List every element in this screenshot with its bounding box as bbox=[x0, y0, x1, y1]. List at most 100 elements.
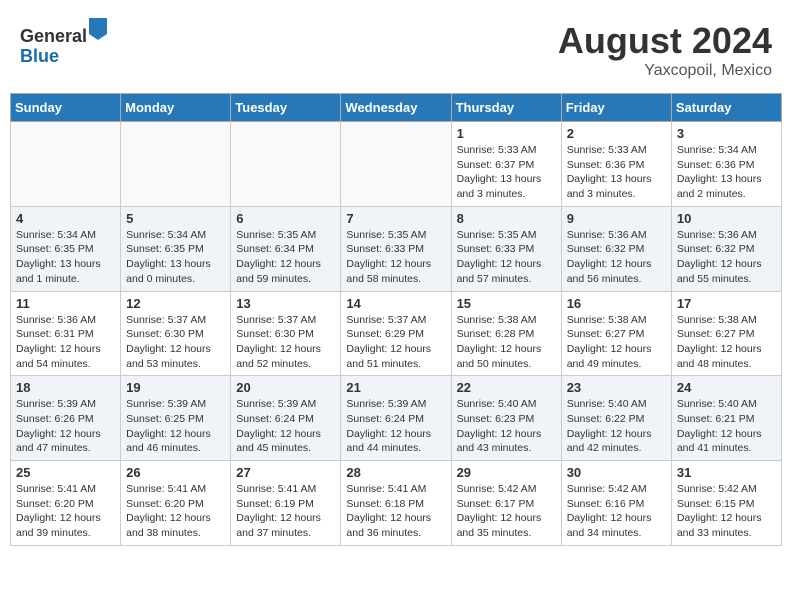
day-info: Sunrise: 5:36 AM Sunset: 6:32 PM Dayligh… bbox=[567, 228, 666, 287]
calendar-cell bbox=[11, 122, 121, 207]
calendar-cell: 18 Sunrise: 5:39 AM Sunset: 6:26 PM Dayli… bbox=[11, 376, 121, 461]
day-number: 7 bbox=[346, 211, 445, 226]
day-number: 26 bbox=[126, 465, 225, 480]
day-number: 1 bbox=[457, 126, 556, 141]
calendar-cell: 8 Sunrise: 5:35 AM Sunset: 6:33 PM Daylig… bbox=[451, 206, 561, 291]
calendar-cell: 16Sunrise: 5:38 AM Sunset: 6:27 PM Dayli… bbox=[561, 291, 671, 376]
day-info: Sunrise: 5:39 AM Sunset: 6:24 PM Dayligh… bbox=[236, 397, 335, 456]
day-info: Sunrise: 5:39 AM Sunset: 6:25 PM Dayligh… bbox=[126, 397, 225, 456]
calendar-header-row: SundayMondayTuesdayWednesdayThursdayFrid… bbox=[11, 94, 782, 122]
page-header: General Blue August 2024 Yaxcopoil, Mexi… bbox=[10, 10, 782, 85]
calendar-cell: 10Sunrise: 5:36 AM Sunset: 6:32 PM Dayli… bbox=[671, 206, 781, 291]
calendar-cell: 24 Sunrise: 5:40 AM Sunset: 6:21 PM Dayli… bbox=[671, 376, 781, 461]
day-number: 3 bbox=[677, 126, 776, 141]
day-info: Sunrise: 5:42 AM Sunset: 6:16 PM Dayligh… bbox=[567, 482, 666, 541]
day-info: Sunrise: 5:41 AM Sunset: 6:20 PM Dayligh… bbox=[126, 482, 225, 541]
day-number: 25 bbox=[16, 465, 115, 480]
calendar-cell: 7Sunrise: 5:35 AM Sunset: 6:33 PM Daylig… bbox=[341, 206, 451, 291]
day-number: 21 bbox=[346, 380, 445, 395]
calendar-cell: 13 Sunrise: 5:37 AM Sunset: 6:30 PM Dayli… bbox=[231, 291, 341, 376]
day-number: 22 bbox=[457, 380, 556, 395]
calendar-week-3: 11 Sunrise: 5:36 AM Sunset: 6:31 PM Dayli… bbox=[11, 291, 782, 376]
day-header-monday: Monday bbox=[121, 94, 231, 122]
day-header-saturday: Saturday bbox=[671, 94, 781, 122]
calendar-cell: 4 Sunrise: 5:34 AM Sunset: 6:35 PM Daylig… bbox=[11, 206, 121, 291]
day-info: Sunrise: 5:41 AM Sunset: 6:18 PM Dayligh… bbox=[346, 482, 445, 541]
calendar-cell: 26 Sunrise: 5:41 AM Sunset: 6:20 PM Dayli… bbox=[121, 461, 231, 546]
day-info: Sunrise: 5:35 AM Sunset: 6:34 PM Dayligh… bbox=[236, 228, 335, 287]
day-info: Sunrise: 5:40 AM Sunset: 6:23 PM Dayligh… bbox=[457, 397, 556, 456]
day-info: Sunrise: 5:38 AM Sunset: 6:27 PM Dayligh… bbox=[677, 313, 776, 372]
calendar-cell: 20 Sunrise: 5:39 AM Sunset: 6:24 PM Dayli… bbox=[231, 376, 341, 461]
logo-icon bbox=[89, 18, 107, 40]
day-number: 23 bbox=[567, 380, 666, 395]
calendar-cell: 5 Sunrise: 5:34 AM Sunset: 6:35 PM Daylig… bbox=[121, 206, 231, 291]
title-block: August 2024 Yaxcopoil, Mexico bbox=[558, 20, 772, 80]
day-info: Sunrise: 5:34 AM Sunset: 6:35 PM Dayligh… bbox=[16, 228, 115, 287]
day-number: 6 bbox=[236, 211, 335, 226]
calendar-cell bbox=[341, 122, 451, 207]
day-number: 8 bbox=[457, 211, 556, 226]
day-number: 16 bbox=[567, 296, 666, 311]
day-number: 15 bbox=[457, 296, 556, 311]
calendar-cell: 15Sunrise: 5:38 AM Sunset: 6:28 PM Dayli… bbox=[451, 291, 561, 376]
day-number: 14 bbox=[346, 296, 445, 311]
day-header-sunday: Sunday bbox=[11, 94, 121, 122]
logo-general: General bbox=[20, 26, 87, 46]
day-header-friday: Friday bbox=[561, 94, 671, 122]
day-info: Sunrise: 5:37 AM Sunset: 6:29 PM Dayligh… bbox=[346, 313, 445, 372]
day-number: 2 bbox=[567, 126, 666, 141]
day-number: 11 bbox=[16, 296, 115, 311]
calendar-cell: 29Sunrise: 5:42 AM Sunset: 6:17 PM Dayli… bbox=[451, 461, 561, 546]
day-number: 12 bbox=[126, 296, 225, 311]
day-number: 17 bbox=[677, 296, 776, 311]
day-number: 4 bbox=[16, 211, 115, 226]
day-number: 30 bbox=[567, 465, 666, 480]
calendar-cell bbox=[231, 122, 341, 207]
logo-blue: Blue bbox=[20, 46, 59, 66]
calendar-cell: 21 Sunrise: 5:39 AM Sunset: 6:24 PM Dayli… bbox=[341, 376, 451, 461]
day-info: Sunrise: 5:37 AM Sunset: 6:30 PM Dayligh… bbox=[126, 313, 225, 372]
calendar-cell: 17 Sunrise: 5:38 AM Sunset: 6:27 PM Dayli… bbox=[671, 291, 781, 376]
calendar-cell: 23Sunrise: 5:40 AM Sunset: 6:22 PM Dayli… bbox=[561, 376, 671, 461]
calendar-week-2: 4 Sunrise: 5:34 AM Sunset: 6:35 PM Daylig… bbox=[11, 206, 782, 291]
calendar-cell: 11 Sunrise: 5:36 AM Sunset: 6:31 PM Dayli… bbox=[11, 291, 121, 376]
day-number: 29 bbox=[457, 465, 556, 480]
calendar-cell: 30 Sunrise: 5:42 AM Sunset: 6:16 PM Dayli… bbox=[561, 461, 671, 546]
day-number: 5 bbox=[126, 211, 225, 226]
day-number: 9 bbox=[567, 211, 666, 226]
day-header-thursday: Thursday bbox=[451, 94, 561, 122]
day-number: 20 bbox=[236, 380, 335, 395]
logo: General Blue bbox=[20, 20, 107, 67]
calendar-week-4: 18 Sunrise: 5:39 AM Sunset: 6:26 PM Dayli… bbox=[11, 376, 782, 461]
calendar-cell: 14 Sunrise: 5:37 AM Sunset: 6:29 PM Dayli… bbox=[341, 291, 451, 376]
day-header-tuesday: Tuesday bbox=[231, 94, 341, 122]
calendar-cell: 9 Sunrise: 5:36 AM Sunset: 6:32 PM Daylig… bbox=[561, 206, 671, 291]
calendar-week-1: 1Sunrise: 5:33 AM Sunset: 6:37 PM Daylig… bbox=[11, 122, 782, 207]
calendar-cell: 19 Sunrise: 5:39 AM Sunset: 6:25 PM Dayli… bbox=[121, 376, 231, 461]
day-number: 10 bbox=[677, 211, 776, 226]
calendar-cell: 2 Sunrise: 5:33 AM Sunset: 6:36 PM Daylig… bbox=[561, 122, 671, 207]
month-year: August 2024 bbox=[558, 20, 772, 62]
day-number: 18 bbox=[16, 380, 115, 395]
day-info: Sunrise: 5:36 AM Sunset: 6:31 PM Dayligh… bbox=[16, 313, 115, 372]
location: Yaxcopoil, Mexico bbox=[558, 62, 772, 80]
day-info: Sunrise: 5:41 AM Sunset: 6:19 PM Dayligh… bbox=[236, 482, 335, 541]
calendar-cell: 1Sunrise: 5:33 AM Sunset: 6:37 PM Daylig… bbox=[451, 122, 561, 207]
calendar-cell bbox=[121, 122, 231, 207]
day-number: 13 bbox=[236, 296, 335, 311]
day-info: Sunrise: 5:42 AM Sunset: 6:15 PM Dayligh… bbox=[677, 482, 776, 541]
day-info: Sunrise: 5:40 AM Sunset: 6:21 PM Dayligh… bbox=[677, 397, 776, 456]
day-number: 19 bbox=[126, 380, 225, 395]
day-info: Sunrise: 5:34 AM Sunset: 6:36 PM Dayligh… bbox=[677, 143, 776, 202]
day-number: 24 bbox=[677, 380, 776, 395]
day-info: Sunrise: 5:39 AM Sunset: 6:24 PM Dayligh… bbox=[346, 397, 445, 456]
day-info: Sunrise: 5:34 AM Sunset: 6:35 PM Dayligh… bbox=[126, 228, 225, 287]
calendar-cell: 25Sunrise: 5:41 AM Sunset: 6:20 PM Dayli… bbox=[11, 461, 121, 546]
day-info: Sunrise: 5:33 AM Sunset: 6:36 PM Dayligh… bbox=[567, 143, 666, 202]
day-info: Sunrise: 5:37 AM Sunset: 6:30 PM Dayligh… bbox=[236, 313, 335, 372]
day-info: Sunrise: 5:35 AM Sunset: 6:33 PM Dayligh… bbox=[457, 228, 556, 287]
day-info: Sunrise: 5:39 AM Sunset: 6:26 PM Dayligh… bbox=[16, 397, 115, 456]
calendar-cell: 27Sunrise: 5:41 AM Sunset: 6:19 PM Dayli… bbox=[231, 461, 341, 546]
calendar-week-5: 25 Sunrise: 5:41 AM Sunset: 6:20 PM Dayli… bbox=[11, 461, 782, 546]
